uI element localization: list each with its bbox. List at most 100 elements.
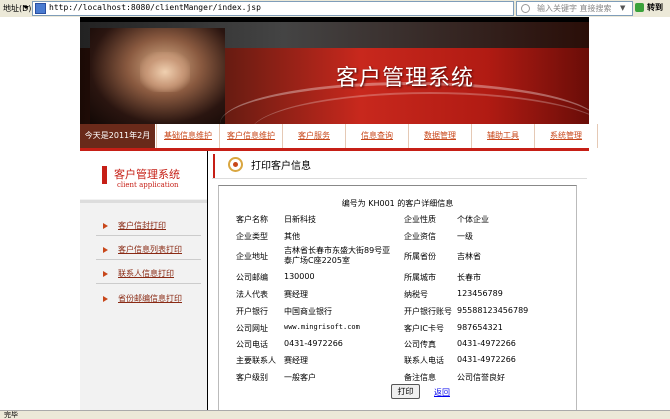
browser-address-bar: 地址(D) http://localhost:8080/clientManger… [0,0,670,18]
page-icon [35,3,46,14]
field-label: 纳税号 [404,290,428,299]
field-label: 公司电话 [236,340,268,349]
address-url[interactable]: http://localhost:8080/clientManger/index… [49,3,261,12]
nav-item-client-service[interactable]: 客户服务 [282,124,345,148]
field-label: 客户名称 [236,215,268,224]
sidebar-item-contact-print[interactable]: 联系人信息打印 [96,265,201,283]
go-arrow-icon [635,3,644,12]
address-input[interactable]: http://localhost:8080/clientManger/index… [32,1,514,16]
detail-row: 企业地址 吉林省长春市东盛大街89号亚泰广场C座2205室 所属省份 吉林省 [219,246,576,270]
nav-item-tools[interactable]: 辅助工具 [471,124,534,148]
back-link[interactable]: 返回 [434,387,450,398]
nav-item-basic-info[interactable]: 基础信息维护 [156,124,219,148]
content-header: 打印客户信息 [213,154,590,179]
field-value: 长春市 [457,273,481,282]
field-value: 日新科技 [284,215,316,224]
field-value: 0431-4972266 [284,339,343,348]
field-label: 法人代表 [236,290,268,299]
sidebar-title: 客户管理系统 [114,168,180,181]
go-label: 转到 [647,3,663,12]
arrow-right-icon [103,296,108,302]
field-label: 公司网址 [236,324,268,333]
field-label: 备注信息 [404,373,436,382]
arrow-right-icon [103,271,108,277]
detail-row: 企业类型 其他 企业资信 一级 [219,231,576,245]
search-placeholder: 输入关键字 直接搜索 [537,4,612,13]
go-button[interactable]: 转到 [634,1,668,15]
field-value: 其他 [284,232,300,241]
field-value: 赛经理 [284,356,308,365]
arrow-right-icon [103,247,108,253]
nav-item-client-info[interactable]: 客户信息维护 [219,124,282,148]
card-title: 编号为 KH001 的客户详细信息 [341,199,454,208]
field-value: 一级 [457,232,473,241]
sidebar-item-label[interactable]: 客户信封打印 [118,220,166,231]
field-value: 吉林省长春市东盛大街89号亚泰广场C座2205室 [284,246,391,265]
sidebar-accent-bar [102,166,107,184]
field-label: 公司传真 [404,340,436,349]
field-label: 开户银行账号 [404,307,452,316]
field-value: 987654321 [457,323,503,332]
field-label: 联系人电话 [404,356,444,365]
content-accent-line [213,154,215,179]
sidebar-separator [96,235,201,236]
field-label: 企业类型 [236,232,268,241]
field-value: 130000 [284,272,315,281]
main-nav: 今天是2011年2月23日 基础信息维护 客户信息维护 客户服务 信息查询 数据… [80,124,598,164]
sidebar-item-label[interactable]: 客户信息列表打印 [118,244,182,255]
sidebar-divider [80,200,207,203]
detail-row: 主要联系人 赛经理 联系人电话 0431-4972266 [219,355,576,369]
field-label: 所属城市 [404,273,436,282]
sidebar-separator [96,283,201,284]
nav-item-query[interactable]: 信息查询 [345,124,408,148]
page-left-margin [0,17,80,412]
field-label: 企业资信 [404,232,436,241]
header-divider [212,178,587,179]
sidebar: 客户管理系统 client application 客户信封打印 客户信息列表打… [80,151,207,412]
sidebar-item-list-print[interactable]: 客户信息列表打印 [96,241,201,259]
detail-row: 客户名称 日新科技 企业性质 个体企业 [219,214,576,228]
header-banner: 客户管理系统 [80,22,589,124]
address-dropdown-icon[interactable] [23,6,29,9]
field-value: 个体企业 [457,215,489,224]
field-label: 企业性质 [404,215,436,224]
search-input[interactable]: 输入关键字 直接搜索 [516,1,633,16]
field-value: www.mingrisoft.com [284,323,360,331]
field-value: 0431-4972266 [457,355,516,364]
sidebar-item-envelope-print[interactable]: 客户信封打印 [96,217,201,235]
sidebar-separator [96,259,201,260]
nav-item-system[interactable]: 系统管理 [534,124,598,148]
field-value: 赛经理 [284,290,308,299]
field-value: 吉林省 [457,252,481,261]
page-title: 打印客户信息 [251,161,311,172]
field-label: 主要联系人 [236,356,276,365]
sidebar-item-label[interactable]: 联系人信息打印 [118,268,174,279]
field-value: 公司信誉良好 [457,373,505,382]
print-button[interactable]: 打印 [391,384,420,399]
detail-row: 法人代表 赛经理 纳税号 123456789 [219,289,576,303]
detail-row: 公司邮编 130000 所属城市 长春市 [219,272,576,286]
target-icon [228,157,243,172]
field-label: 公司邮编 [236,273,268,282]
page-right-margin [589,17,670,412]
arrow-right-icon [103,223,108,229]
detail-row: 开户银行 中国商业银行 开户银行账号 95588123456789 [219,306,576,320]
search-dropdown-icon[interactable]: ▼ [620,4,625,12]
sidebar-subtitle: client application [117,181,179,189]
field-label: 客户IC卡号 [404,324,444,333]
field-value: 95588123456789 [457,306,529,315]
search-icon [521,4,530,13]
field-value: 中国商业银行 [284,307,332,316]
field-label: 客户级别 [236,373,268,382]
nav-date: 今天是2011年2月23日 [80,124,155,164]
field-label: 开户银行 [236,307,268,316]
banner-title: 客户管理系统 [336,66,475,91]
banner-photo-face [140,52,190,92]
sidebar-item-postcode-print[interactable]: 省份邮编信息打印 [96,290,201,308]
sidebar-item-label[interactable]: 省份邮编信息打印 [118,293,182,304]
nav-item-data-management[interactable]: 数据管理 [408,124,471,148]
sidebar-header: 客户管理系统 client application [80,151,207,199]
detail-row: 公司网址 www.mingrisoft.com 客户IC卡号 987654321 [219,323,576,337]
field-value: 一般客户 [284,373,316,382]
field-label: 企业地址 [236,252,268,261]
